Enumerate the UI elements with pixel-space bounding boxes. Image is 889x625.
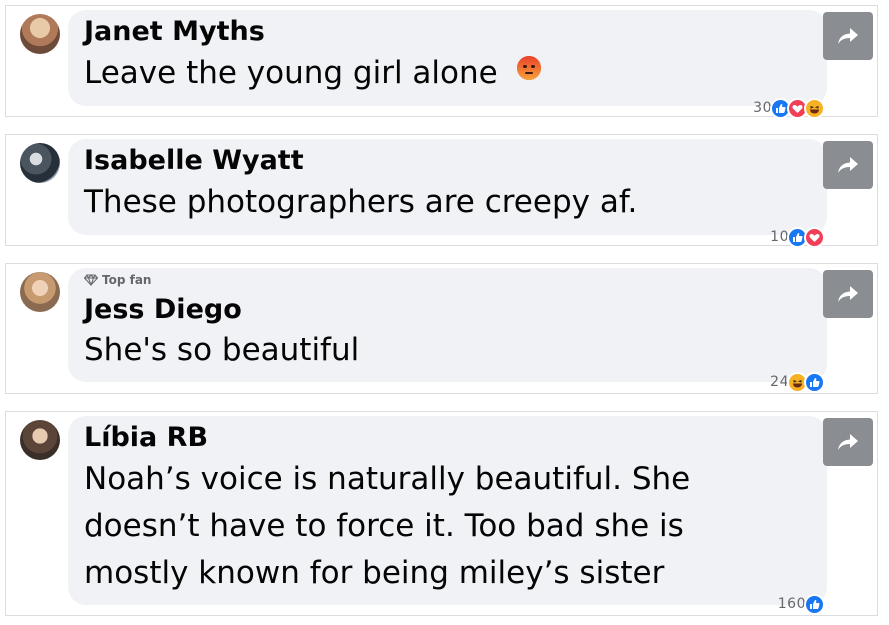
- love-icon: [804, 226, 825, 248]
- comment-bubble: Isabelle Wyatt These photographers are c…: [68, 139, 827, 248]
- comment-text: These photographers are creepy af.: [84, 179, 637, 226]
- reactions-summary[interactable]: 24: [770, 370, 825, 394]
- share-arrow-icon: [838, 286, 858, 302]
- comment-author[interactable]: Janet Myths: [84, 16, 265, 48]
- like-icon: [804, 593, 825, 615]
- top-fan-badge: Top fan: [84, 272, 151, 288]
- share-arrow-icon: [838, 157, 858, 173]
- share-arrow-icon: [838, 28, 858, 44]
- comment-author[interactable]: Líbia RB: [84, 422, 208, 454]
- comment-bubble: Líbia RB Noah’s voice is naturally beaut…: [68, 416, 827, 615]
- share-button[interactable]: [823, 12, 873, 60]
- comment-text-line: Noah’s voice is naturally beautiful. She: [84, 461, 691, 497]
- comment-text: Leave the young girl alone: [84, 50, 542, 97]
- comment-text: She's so beautiful: [84, 327, 359, 374]
- comment-card: Janet Myths Leave the young girl alone 3…: [5, 5, 878, 119]
- badge-label: Top fan: [102, 273, 152, 287]
- reactions-summary[interactable]: 160: [778, 592, 825, 616]
- reactions-summary[interactable]: 10: [770, 225, 825, 249]
- angry-face-icon: [516, 48, 542, 95]
- comment-bubble: Top fan Jess Diego She's so beautiful 24: [68, 268, 827, 393]
- comment-card: Isabelle Wyatt These photographers are c…: [5, 134, 878, 248]
- haha-icon: [804, 97, 825, 119]
- comment-author[interactable]: Jess Diego: [84, 294, 242, 326]
- diamond-icon: [84, 274, 98, 286]
- avatar[interactable]: [20, 420, 60, 460]
- share-arrow-icon: [838, 434, 858, 450]
- comment-text: Noah’s voice is naturally beautiful. She…: [84, 456, 690, 597]
- like-icon: [804, 371, 825, 393]
- reaction-count: 160: [777, 596, 806, 612]
- comment-bubble: Janet Myths Leave the young girl alone 3…: [68, 10, 827, 119]
- avatar[interactable]: [20, 143, 60, 183]
- comment-card: Top fan Jess Diego She's so beautiful 24: [5, 263, 878, 394]
- comment-text-line: doesn’t have to force it. Too bad she is: [84, 508, 684, 544]
- reactions-summary[interactable]: 30: [753, 96, 825, 120]
- comment-text-line: She's so beautiful: [84, 332, 360, 368]
- share-button[interactable]: [823, 270, 873, 318]
- avatar[interactable]: [20, 272, 60, 312]
- share-button[interactable]: [823, 141, 873, 189]
- comment-text-line: Leave the young girl alone: [84, 55, 498, 91]
- comment-text-line: mostly known for being miley’s sister: [84, 555, 665, 591]
- share-button[interactable]: [823, 418, 873, 466]
- avatar[interactable]: [20, 14, 60, 54]
- comment-card: Líbia RB Noah’s voice is naturally beaut…: [5, 411, 878, 616]
- comment-text-line: These photographers are creepy af.: [84, 184, 638, 220]
- comment-author[interactable]: Isabelle Wyatt: [84, 145, 304, 177]
